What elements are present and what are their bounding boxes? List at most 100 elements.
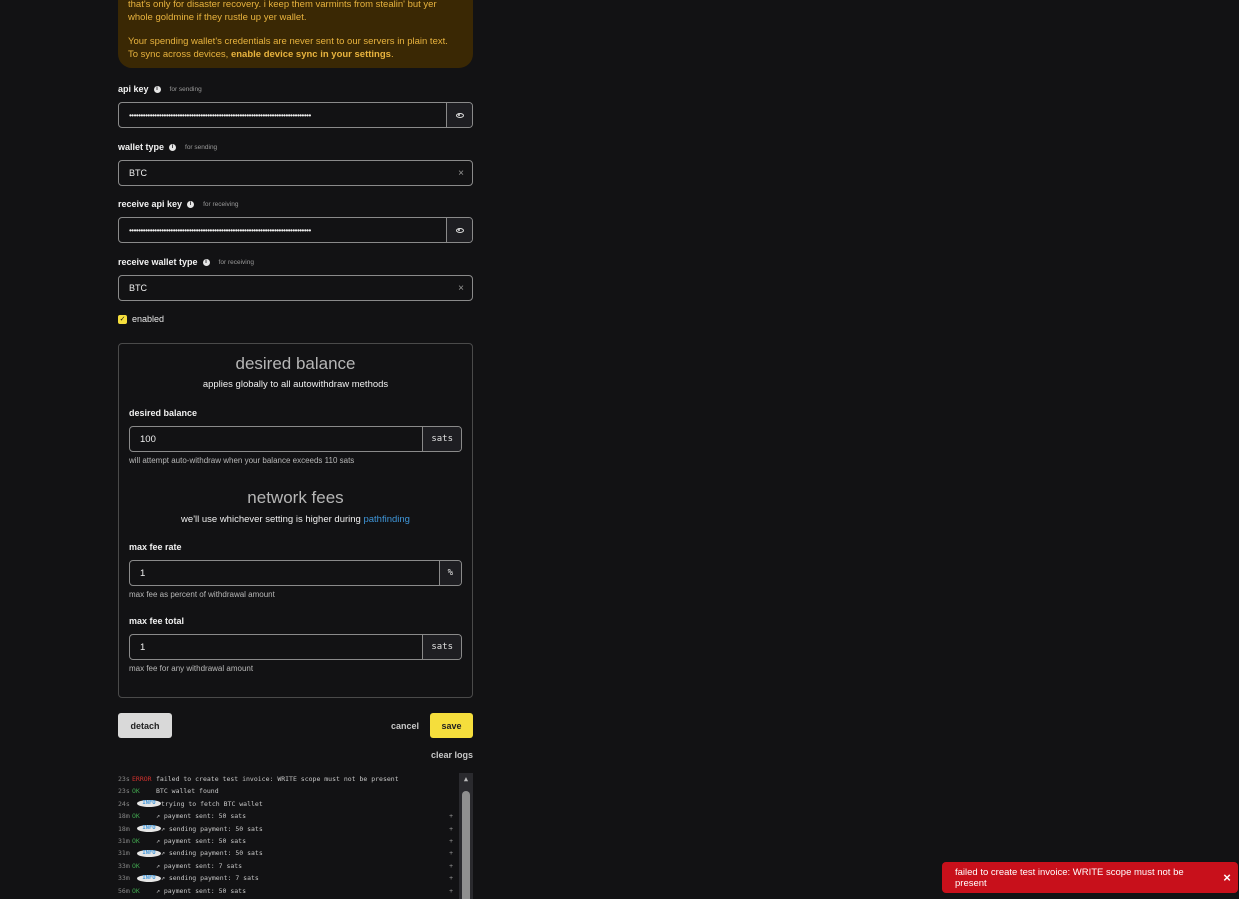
log-row: 23s ERROR failed to create test invoice: W… (118, 773, 453, 785)
logs-scrollbar[interactable]: ▲ (459, 773, 473, 899)
detach-button[interactable]: detach (118, 713, 172, 738)
log-level: OK (132, 861, 140, 870)
wallet-type-input[interactable]: BTC × (118, 160, 473, 186)
log-level: OK (132, 886, 140, 895)
desired-balance-help: will attempt auto-withdraw when your bal… (129, 456, 355, 465)
receive-wallet-type-value[interactable]: BTC (119, 283, 450, 293)
receive-api-key-input[interactable]: ••••••••••••••••••••••••••••••••••••••••… (118, 217, 473, 243)
network-fees-subtitle: we'll use whichever setting is higher du… (119, 514, 472, 525)
receive-wallet-type-hint: for receiving (218, 258, 254, 266)
max-fee-total-label: max fee total (129, 616, 185, 626)
expand-log-icon[interactable]: + (443, 862, 453, 870)
log-time: 33m (118, 874, 130, 883)
desired-balance-input[interactable]: 100 sats (129, 426, 462, 452)
cancel-button[interactable]: cancel (384, 713, 426, 738)
info-icon[interactable]: i (153, 85, 161, 93)
log-level: OK (132, 837, 140, 845)
scroll-up-icon[interactable]: ▲ (459, 773, 473, 785)
wallet-type-hint: for sending (185, 143, 218, 151)
max-fee-rate-label: max fee rate (129, 542, 182, 552)
expand-log-icon[interactable]: + (443, 812, 453, 820)
log-time: 23s (118, 775, 130, 783)
log-time: 18m (118, 824, 130, 833)
log-message: trying to fetch BTC wallet (161, 799, 263, 808)
log-message: failed to create test invoice: WRITE sco… (156, 775, 399, 783)
wallet-type-label: wallet type (118, 142, 165, 152)
max-fee-total-help: max fee for any withdrawal amount (129, 664, 254, 673)
eye-icon (455, 112, 464, 118)
log-level: ERROR (132, 775, 152, 783)
log-message: ↗ payment sent: 50 sats (156, 837, 247, 845)
wallet-type-value[interactable]: BTC (119, 168, 450, 178)
api-key-hint: for sending (169, 85, 202, 93)
enabled-checkbox-row[interactable]: ✓ enabled (118, 314, 164, 324)
log-row: 18m INFO ↗ sending payment: 50 sats + (118, 823, 453, 835)
scrollbar-thumb[interactable] (462, 791, 470, 899)
desired-balance-unit: sats (422, 427, 461, 451)
api-key-value[interactable]: ••••••••••••••••••••••••••••••••••••••••… (119, 111, 446, 120)
log-level: INFO (137, 825, 161, 833)
log-message: ↗ sending payment: 50 sats (161, 849, 263, 858)
log-message: ↗ payment sent: 7 sats (156, 861, 243, 870)
log-row: 31m INFO ↗ sending payment: 50 sats + (118, 847, 453, 859)
banner-text: that's only for disaster recovery. i kee… (128, 0, 463, 24)
receive-wallet-type-input[interactable]: BTC × (118, 275, 473, 301)
receive-api-key-value[interactable]: ••••••••••••••••••••••••••••••••••••••••… (119, 226, 446, 235)
banner-credentials-text: Your spending wallet's credentials are n… (128, 35, 463, 61)
expand-log-icon[interactable]: + (443, 825, 453, 833)
expand-log-icon[interactable]: + (443, 887, 453, 895)
info-icon[interactable]: i (202, 258, 210, 266)
banner-line-1: that's only for disaster recovery. i kee… (128, 0, 437, 10)
max-fee-rate-input[interactable]: 1 % (129, 560, 462, 586)
log-level: OK (132, 787, 140, 796)
log-time: 18m (118, 812, 130, 821)
clear-icon[interactable]: × (450, 283, 472, 294)
clear-icon[interactable]: × (450, 168, 472, 179)
max-fee-rate-value[interactable]: 1 (130, 568, 439, 579)
log-row: 56m OK ↗ payment sent: 50 sats + (118, 885, 453, 897)
info-icon[interactable]: i (187, 200, 195, 208)
receive-wallet-type-label: receive wallet type (118, 257, 198, 267)
close-icon[interactable]: × (1216, 870, 1238, 885)
autowithdraw-settings-panel: desired balance applies globally to all … (118, 343, 473, 698)
log-level: INFO (137, 874, 161, 882)
log-time: 24s (118, 799, 130, 808)
info-icon[interactable]: i (169, 143, 177, 151)
network-fees-title: network fees (247, 488, 344, 507)
log-level: INFO (137, 849, 161, 857)
receive-api-key-hint: for receiving (203, 200, 239, 208)
wallet-logs: 56m OK ↗ payment sent: 50 sats +33m INFO ↗ se… (118, 773, 473, 899)
max-fee-rate-unit: % (438, 561, 461, 585)
banner-line-3: Your spending wallet's credentials are n… (128, 36, 448, 47)
log-time: 56m (118, 886, 130, 895)
clear-logs-button[interactable]: clear logs (410, 750, 473, 760)
show-api-key-button[interactable] (446, 103, 472, 127)
device-sync-link[interactable]: enable device sync in your settings (231, 49, 391, 60)
receive-wallet-type-label-row: receive wallet type i for receiving (118, 257, 254, 267)
api-key-label-row: api key i for sending (118, 84, 202, 94)
desired-balance-subtitle: applies globally to all autowithdraw met… (202, 379, 389, 390)
receive-api-key-label: receive api key (118, 199, 183, 209)
save-button[interactable]: save (430, 713, 473, 738)
error-toast: failed to create test invoice: WRITE sco… (942, 862, 1238, 893)
max-fee-total-input[interactable]: 1 sats (129, 634, 462, 660)
expand-log-icon[interactable]: + (443, 849, 453, 857)
expand-log-icon[interactable]: + (443, 874, 453, 882)
log-time: 33m (118, 861, 130, 870)
api-key-input[interactable]: ••••••••••••••••••••••••••••••••••••••••… (118, 102, 473, 128)
enabled-checkbox[interactable]: ✓ (118, 314, 127, 324)
show-receive-api-key-button[interactable] (446, 218, 472, 242)
log-row: 33m INFO ↗ sending payment: 7 sats + (118, 872, 453, 884)
log-row: 18m OK ↗ payment sent: 50 sats + (118, 810, 453, 822)
log-time: 31m (118, 849, 130, 858)
desired-balance-value[interactable]: 100 (130, 434, 422, 445)
network-fees-subtitle-text: we'll use whichever setting is higher du… (181, 514, 364, 525)
pathfinding-link[interactable]: pathfinding (363, 514, 409, 525)
banner-line-4: To sync across devices, (128, 49, 231, 60)
warning-banner: that's only for disaster recovery. i kee… (118, 0, 473, 68)
api-key-label: api key (118, 84, 149, 94)
max-fee-total-unit: sats (422, 635, 461, 659)
wallet-type-label-row: wallet type i for sending (118, 142, 217, 152)
expand-log-icon[interactable]: + (443, 837, 453, 845)
max-fee-total-value[interactable]: 1 (130, 642, 422, 653)
